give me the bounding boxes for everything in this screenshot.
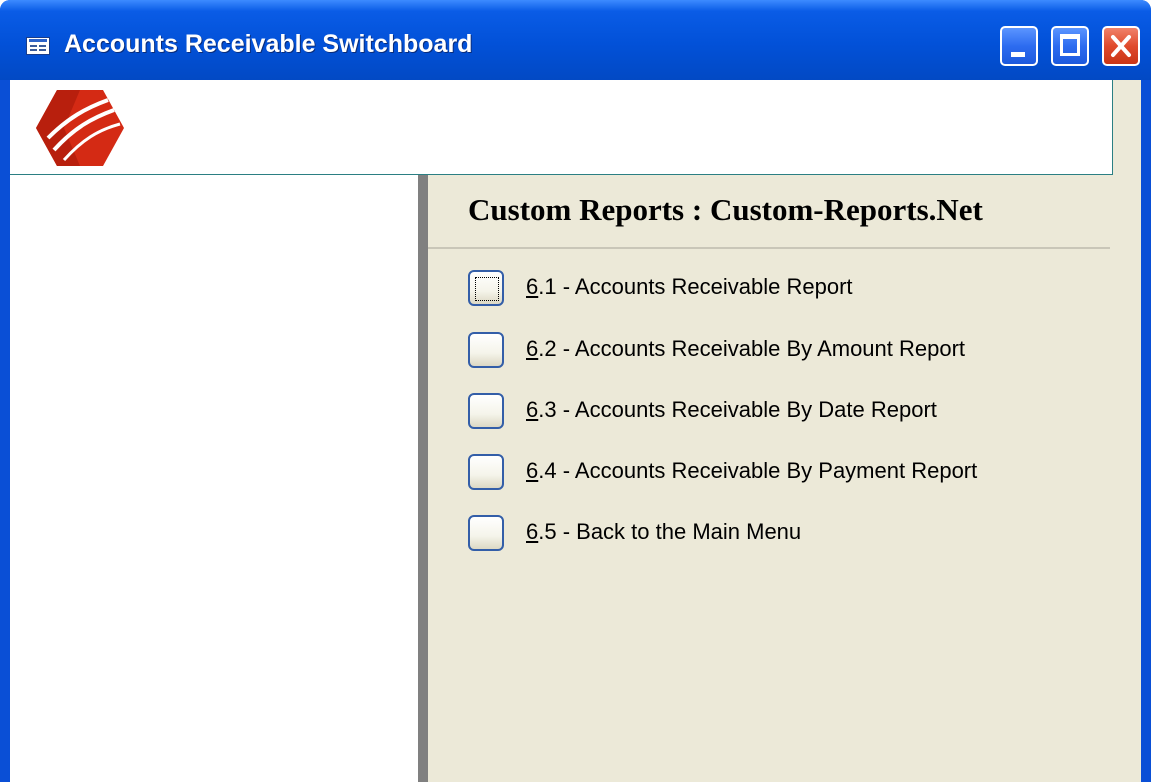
menu-item-6-1[interactable]: 6.1 - Accounts Receivable Report [468, 270, 1088, 310]
close-button[interactable] [1102, 26, 1140, 66]
vertical-divider [418, 175, 428, 782]
menu-item-6-5[interactable]: 6.5 - Back to the Main Menu [468, 515, 1088, 555]
maximize-icon [1060, 34, 1080, 56]
menu-item-6-4[interactable]: 6.4 - Accounts Receivable By Payment Rep… [468, 454, 1088, 494]
menu-button[interactable] [468, 270, 504, 306]
menu-button[interactable] [468, 515, 504, 551]
menu-button[interactable] [468, 332, 504, 368]
minimize-icon [1011, 52, 1025, 57]
close-icon [1111, 35, 1131, 57]
menu-item-label[interactable]: 6.2 - Accounts Receivable By Amount Repo… [526, 336, 965, 362]
maximize-button[interactable] [1051, 26, 1089, 66]
menu-item-label[interactable]: 6.1 - Accounts Receivable Report [526, 274, 853, 300]
window-title: Accounts Receivable Switchboard [64, 30, 473, 58]
heading-divider [428, 247, 1110, 249]
menu-item-6-3[interactable]: 6.3 - Accounts Receivable By Date Report [468, 393, 1088, 433]
minimize-button[interactable] [1000, 26, 1038, 66]
menu-button[interactable] [468, 454, 504, 490]
switchboard-window: Accounts Receivable Switchboard Custom R… [0, 0, 1151, 782]
menu-item-label[interactable]: 6.4 - Accounts Receivable By Payment Rep… [526, 458, 977, 484]
menu-button[interactable] [468, 393, 504, 429]
menu-item-6-2[interactable]: 6.2 - Accounts Receivable By Amount Repo… [468, 332, 1088, 372]
menu-item-label[interactable]: 6.5 - Back to the Main Menu [526, 519, 801, 545]
title-bar[interactable]: Accounts Receivable Switchboard [0, 0, 1151, 80]
red-hexagon-logo-icon [36, 90, 124, 166]
form-icon[interactable] [26, 37, 50, 55]
switchboard-heading: Custom Reports : Custom-Reports.Net [468, 192, 983, 227]
menu-item-label[interactable]: 6.3 - Accounts Receivable By Date Report [526, 397, 937, 423]
left-panel [10, 175, 418, 782]
header-panel [10, 80, 1113, 175]
